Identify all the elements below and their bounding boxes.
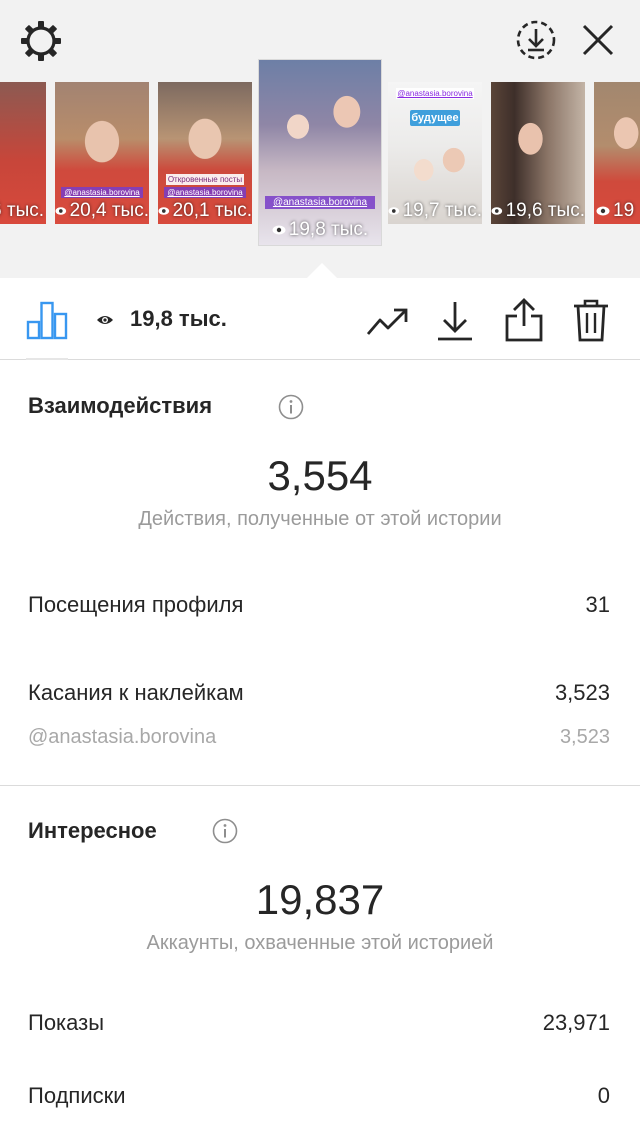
info-icon[interactable] [212, 818, 238, 844]
story-toolbar: 19,8 тыс. [0, 278, 640, 360]
discovery-caption: Аккаунты, охваченные этой историей [146, 932, 494, 954]
mention-sticker-label[interactable]: @anastasia.borovina [28, 726, 216, 749]
mention-sticker-value: 3,523 [559, 726, 610, 748]
story-thumbnail[interactable]: @anastasia.borovina будущее 19,7 тыс. [388, 82, 482, 224]
trash-icon[interactable] [572, 298, 610, 342]
section-divider [0, 785, 640, 786]
eye-icon [596, 206, 610, 216]
eye-icon [97, 316, 113, 324]
share-icon[interactable] [504, 298, 544, 342]
story-text-sticker: будущее [410, 110, 460, 126]
story-caption: @anastasia.borovina [396, 88, 474, 99]
sticker-taps-label: Касания к наклейкам [28, 680, 244, 705]
story-handle-sticker: @anastasia.borovina [265, 196, 375, 209]
story-thumbnail[interactable]: 6 тыс. [0, 82, 46, 224]
discovery-total: 19,837 [255, 876, 385, 923]
eye-icon [491, 207, 503, 215]
eye-icon [388, 207, 400, 215]
views-count: 19,8 тыс. [130, 306, 227, 331]
story-views: 19 [594, 200, 640, 222]
impressions-value: 23,971 [542, 1010, 610, 1035]
story-caption: Откровенные посты [166, 174, 244, 185]
story-thumbnail[interactable]: Откровенные посты @anastasia.borovina 20… [158, 82, 252, 224]
story-handle-sticker: @anastasia.borovina [164, 187, 246, 198]
eye-icon [158, 207, 170, 215]
selection-pointer [306, 263, 338, 279]
story-views: 6 тыс. [0, 200, 44, 221]
story-views: 19,8 тыс. [259, 219, 381, 241]
interactions-title: Взаимодействия [28, 393, 213, 418]
gear-icon[interactable] [18, 18, 64, 64]
interactions-total: 3,554 [267, 452, 373, 499]
story-views: 20,4 тыс. [55, 200, 149, 222]
close-icon[interactable] [580, 22, 616, 58]
info-icon[interactable] [278, 394, 304, 420]
impressions-label: Показы [28, 1010, 105, 1035]
profile-visits-label: Посещения профиля [28, 592, 244, 617]
story-handle-sticker: @anastasia.borovina [61, 187, 143, 198]
story-thumbnail[interactable]: 19 [594, 82, 640, 224]
follows-label: Подписки [28, 1083, 126, 1108]
sticker-taps-value: 3,523 [554, 680, 610, 705]
download-circle-icon[interactable] [515, 19, 557, 61]
story-thumbnail-selected[interactable]: @anastasia.borovina 19,8 тыс. [259, 60, 381, 245]
story-strip-header: 6 тыс. @anastasia.borovina 20,4 тыс. Отк… [0, 0, 640, 279]
insights-tab-indicator [26, 358, 68, 360]
eye-icon [272, 225, 286, 235]
download-icon[interactable] [436, 300, 474, 342]
insights-bar-chart-icon[interactable] [26, 300, 68, 340]
story-thumbnail[interactable]: @anastasia.borovina 20,4 тыс. [55, 82, 149, 224]
story-thumbnails: 6 тыс. @anastasia.borovina 20,4 тыс. Отк… [0, 60, 640, 265]
discovery-title: Интересное [28, 818, 157, 843]
follows-value: 0 [597, 1083, 610, 1108]
story-views: 19,7 тыс. [388, 200, 482, 222]
promote-trending-icon[interactable] [366, 304, 410, 338]
story-thumbnail[interactable]: 19,6 тыс. [491, 82, 585, 224]
profile-visits-value: 31 [585, 592, 610, 617]
story-views: 20,1 тыс. [158, 200, 252, 222]
eye-icon [55, 207, 67, 215]
interactions-caption: Действия, полученные от этой истории [138, 508, 502, 530]
story-views: 19,6 тыс. [491, 200, 585, 222]
